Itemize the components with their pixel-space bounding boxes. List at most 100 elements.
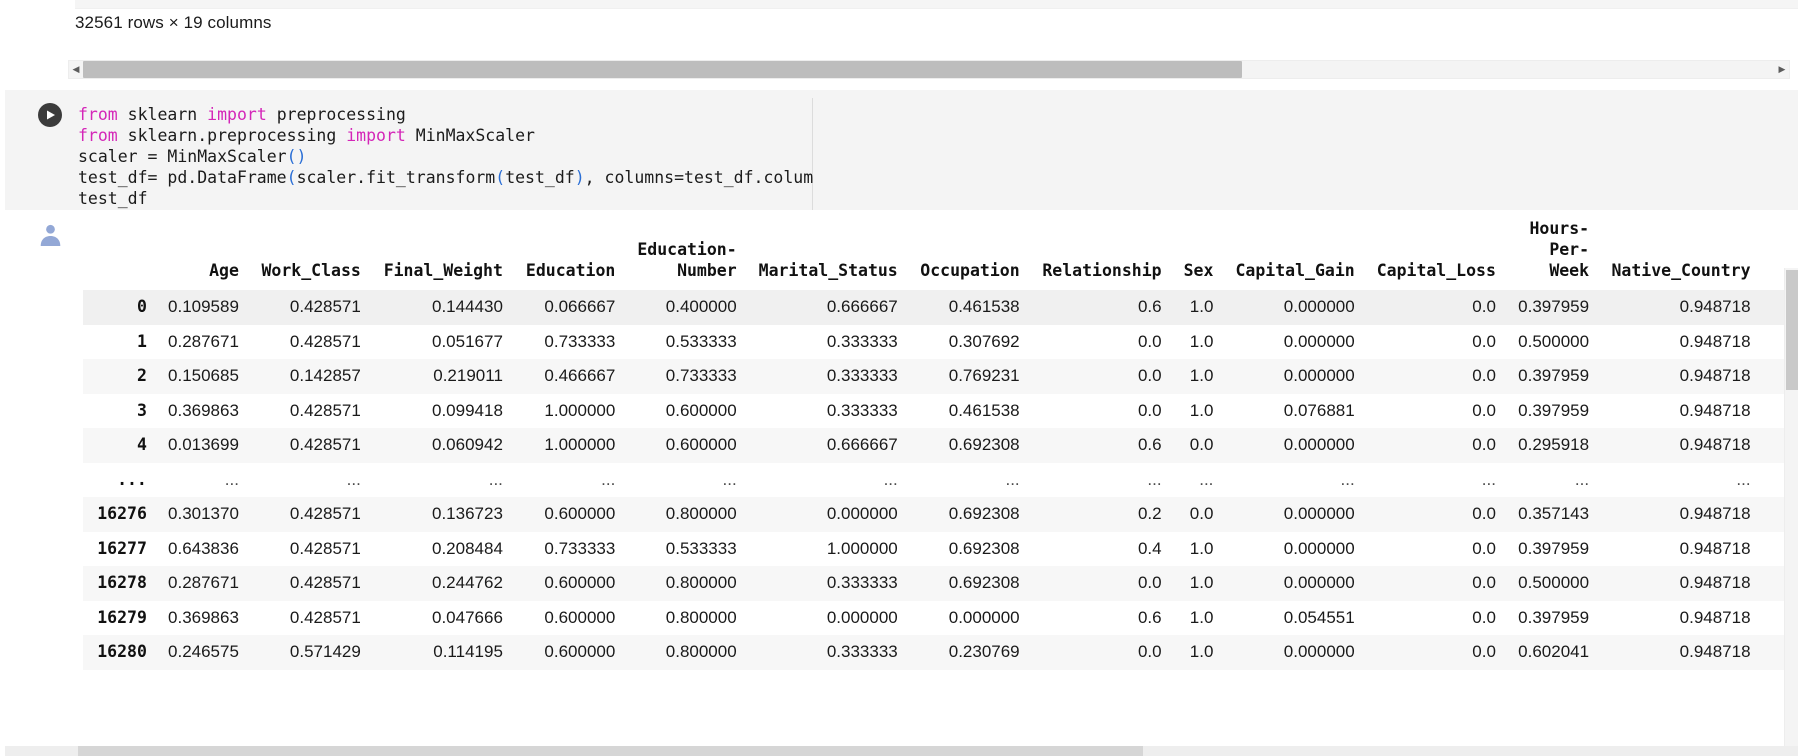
clipped-column-header: [1762, 210, 1784, 290]
table-cell: 0.500000: [1518, 573, 1590, 592]
table-cell: 1.0: [1189, 331, 1214, 351]
table-cell: 0.0: [1472, 366, 1496, 385]
table-cell: 0.333333: [826, 400, 898, 420]
table-row: 4 0.013699 0.428571 0.060942 1.000000 0.60000…: [83, 428, 1784, 463]
table-cell: 0.461538: [948, 400, 1020, 420]
table-cell: 0.150685: [168, 366, 239, 385]
horizontal-scroll-track[interactable]: [83, 61, 1775, 78]
table-cell: 0.369863: [168, 607, 239, 627]
table-cell: 0.219011: [433, 366, 503, 385]
table-cell: 0.244762: [432, 573, 503, 592]
bottom-scroll-thumb[interactable]: [78, 746, 1143, 756]
table-cell: 0.047666: [432, 607, 503, 627]
code-token: MinMaxScaler: [167, 147, 287, 166]
table-cell: 1.0: [1189, 573, 1214, 592]
row-index-cell: 4: [136, 435, 147, 454]
column-header: Age: [209, 261, 239, 280]
table-cell: ...: [601, 469, 616, 489]
code-editor[interactable]: from sklearn import preprocessing from sk…: [78, 98, 843, 210]
table-cell: 0.0: [1137, 573, 1162, 592]
table-cell: 0.076881: [1283, 400, 1355, 420]
scroll-left-arrow-icon[interactable]: ◀: [69, 61, 83, 78]
row-index-cell: 16277: [97, 538, 147, 558]
table-cell: 0.600000: [544, 642, 616, 661]
table-row: 3 0.369863 0.428571 0.099418 1.000000 0.60000…: [83, 393, 1784, 428]
table-cell: 0.307692: [948, 331, 1020, 351]
table-cell: ...: [346, 469, 361, 489]
table-row: 0 0.109589 0.428571 0.144430 0.066667 0.40000…: [83, 290, 1784, 325]
table-cell: 0.948718: [1679, 642, 1751, 661]
table-cell: 0.600000: [544, 504, 616, 523]
clipped-cell: [1762, 635, 1784, 670]
table-cell: 0.948718: [1679, 607, 1751, 627]
table-cell: 0.142857: [289, 366, 361, 385]
table-row: 16278 0.287671 0.428571 0.244762 0.600000 0.8…: [83, 566, 1784, 601]
dataframe-scroll-container[interactable]: Age Work_Class Final_Weight Education Educat…: [78, 210, 1784, 756]
table-cell: 0.533333: [665, 538, 737, 558]
table-cell: 0.0: [1189, 504, 1214, 523]
table-cell: ...: [488, 469, 503, 489]
table-cell: 0.000000: [826, 607, 898, 627]
row-index-cell: 0: [136, 297, 147, 316]
table-cell: 0.500000: [1518, 331, 1590, 351]
table-row: ........................................…: [83, 462, 1784, 498]
output-vertical-scrollbar[interactable]: [1784, 268, 1798, 756]
table-cell: 0.357143: [1518, 504, 1590, 523]
row-index-cell: 2: [136, 366, 147, 385]
table-cell: 0.333333: [826, 331, 898, 351]
bottom-horizontal-scrollbar[interactable]: [0, 746, 1798, 756]
table-cell: 0.6: [1137, 435, 1162, 454]
table-row: 1 0.287671 0.428571 0.051677 0.733333 0.53333…: [83, 324, 1784, 359]
table-cell: 0.6: [1137, 607, 1162, 627]
table-cell: 0.0: [1472, 435, 1496, 454]
table-cell: 0.397959: [1518, 538, 1590, 558]
code-token: (): [286, 147, 307, 166]
table-cell: 0.397959: [1518, 607, 1590, 627]
clipped-cell: [1762, 290, 1784, 325]
scroll-right-arrow-icon[interactable]: ▶: [1775, 61, 1789, 78]
column-header: Education: [525, 261, 616, 280]
clipped-cell: [1762, 463, 1784, 498]
table-cell: 1.0: [1189, 607, 1214, 627]
column-header: Native_Country: [1611, 261, 1751, 280]
table-cell: 0.000000: [1283, 573, 1355, 592]
table-cell: 0.800000: [665, 607, 737, 627]
top-strip-left-margin: [0, 0, 75, 9]
table-cell: ...: [722, 469, 737, 489]
table-cell: 0.0: [1472, 538, 1496, 558]
table-cell: 0.230769: [948, 642, 1020, 661]
run-cell-button[interactable]: [38, 103, 62, 127]
table-cell: 0.0: [1472, 504, 1496, 523]
code-token: (: [495, 168, 506, 187]
code-token: from: [78, 105, 128, 124]
table-cell: 0.571429: [289, 642, 361, 661]
horizontal-scroll-thumb[interactable]: [83, 61, 1243, 78]
table-cell: 0.428571: [289, 297, 361, 316]
play-icon: [46, 110, 55, 120]
left-edge-margin: [0, 0, 5, 756]
code-line: from sklearn import preprocessing: [78, 104, 812, 125]
vertical-scroll-thumb[interactable]: [1786, 270, 1798, 390]
table-cell: 0.0: [1472, 642, 1496, 661]
code-cell[interactable]: from sklearn import preprocessing from sk…: [0, 90, 1798, 210]
table-cell: ...: [1199, 469, 1214, 489]
table-cell: 0.099418: [432, 400, 503, 420]
table-cell: 0.948718: [1679, 573, 1751, 592]
table-cell: 0.428571: [289, 504, 361, 523]
table-cell: 0.000000: [826, 504, 898, 523]
table-cell: 0.428571: [289, 607, 361, 627]
table-cell: 0.000000: [1283, 331, 1355, 351]
code-token: MinMaxScaler: [415, 126, 535, 145]
table-cell: ...: [1005, 469, 1020, 489]
code-line: test_df= pd.DataFrame(scaler.fit_transfo…: [78, 167, 843, 188]
table-cell: ...: [1481, 469, 1496, 489]
output-horizontal-scrollbar[interactable]: ◀ ▶: [68, 60, 1790, 79]
column-header: Relationship: [1042, 261, 1162, 280]
table-row: 2 0.150685 0.142857 0.219011 0.466667 0.73333…: [83, 359, 1784, 394]
table-cell: 0.066667: [544, 297, 616, 316]
table-cell: 0.144430: [432, 297, 503, 316]
table-cell: 0.533333: [665, 331, 737, 351]
table-cell: 0.333333: [826, 366, 898, 385]
table-cell: 0.136723: [432, 504, 503, 523]
dataframe-shape-caption: 32561 rows × 19 columns: [75, 13, 272, 32]
